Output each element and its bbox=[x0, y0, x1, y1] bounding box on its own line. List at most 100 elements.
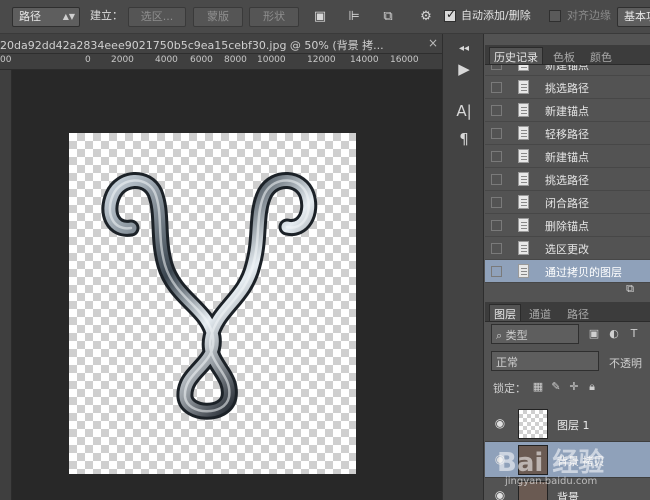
make-label: 建立： bbox=[90, 9, 123, 22]
document-icon bbox=[518, 241, 529, 255]
path-alignment-icon[interactable]: ⊫ bbox=[346, 9, 362, 25]
make-mask-button[interactable]: 蒙版 bbox=[193, 7, 243, 27]
path-operations-icon[interactable]: ▣ bbox=[312, 9, 328, 25]
checkmark-icon: ✓ bbox=[446, 7, 457, 21]
lock-transparent-icon[interactable]: ▦ bbox=[531, 380, 545, 394]
layers-panel-tabs: 图层 通道 路径 bbox=[485, 302, 650, 322]
ruler-tick-label: 16000 bbox=[390, 55, 419, 65]
history-snapshot-checkbox[interactable] bbox=[491, 220, 502, 231]
layer-row[interactable]: ◉ 背景 bbox=[485, 478, 650, 500]
ruler-tick-label: 12000 bbox=[307, 55, 336, 65]
document-tab[interactable]: 20da92dd42a2834eee9021750b5c9ea15cebf30.… bbox=[0, 34, 442, 54]
gear-icon[interactable]: ⚙ bbox=[418, 9, 434, 25]
options-bar: 路径 ▲▼ 建立： 选区... 蒙版 形状 ▣ ⊫ ⧉ ⚙ ✓ 自动添加/删除 … bbox=[0, 0, 650, 34]
history-item[interactable]: 轻移路径 bbox=[485, 122, 650, 145]
history-item[interactable]: 删除锚点 bbox=[485, 214, 650, 237]
history-item-label: 选区更改 bbox=[545, 243, 589, 256]
history-snapshot-checkbox[interactable] bbox=[491, 151, 502, 162]
layer-thumbnail bbox=[518, 409, 548, 439]
history-item[interactable]: 新建锚点 bbox=[485, 65, 650, 76]
document-icon bbox=[518, 218, 529, 232]
tab-paths[interactable]: 路径 bbox=[563, 305, 593, 322]
document-icon bbox=[518, 65, 529, 71]
eye-icon[interactable]: ◉ bbox=[493, 452, 507, 466]
document-icon bbox=[518, 80, 529, 94]
make-shape-button[interactable]: 形状 bbox=[249, 7, 299, 27]
history-item[interactable]: 闭合路径 bbox=[485, 191, 650, 214]
layer-row-selected[interactable]: ◉ 背景 拷贝 bbox=[485, 442, 650, 478]
blend-mode-value: 正常 bbox=[496, 356, 518, 369]
history-item-label: 轻移路径 bbox=[545, 128, 589, 141]
lock-all-icon[interactable]: 🔒︎ bbox=[585, 380, 599, 394]
history-item[interactable]: 新建锚点 bbox=[485, 99, 650, 122]
close-icon[interactable]: × bbox=[428, 36, 438, 50]
history-snapshot-checkbox[interactable] bbox=[491, 82, 502, 93]
right-panels: 历史记录 色板 颜色 新建锚点 挑选路径 新建锚点 轻移路径 新建锚点 挑选路径… bbox=[485, 34, 650, 500]
history-item[interactable]: 新建锚点 bbox=[485, 145, 650, 168]
layer-filter-row: ⌕ 类型 ▣ ◐ T bbox=[485, 322, 650, 346]
lock-row: 锁定： ▦ ✎ ✛ 🔒︎ bbox=[485, 376, 650, 398]
document-icon bbox=[518, 264, 529, 278]
ruler-tick-label: 0 bbox=[85, 55, 91, 65]
layer-row[interactable]: ◉ 图层 1 bbox=[485, 406, 650, 442]
paragraph-panel-icon[interactable]: ¶ bbox=[453, 128, 475, 150]
align-edges-label: 对齐边缘 bbox=[567, 9, 611, 22]
blend-mode-row: 正常 不透明 bbox=[485, 349, 650, 373]
lock-position-icon[interactable]: ✛ bbox=[567, 380, 581, 394]
document-icon bbox=[518, 195, 529, 209]
character-panel-icon[interactable]: A| bbox=[453, 100, 475, 122]
history-snapshot-checkbox[interactable] bbox=[491, 243, 502, 254]
layer-thumbnail bbox=[518, 445, 548, 475]
tab-channels[interactable]: 通道 bbox=[525, 305, 555, 322]
history-snapshot-checkbox[interactable] bbox=[491, 174, 502, 185]
ruler-tick-label: 6000 bbox=[190, 55, 213, 65]
ruler-tick-label: 10000 bbox=[257, 55, 286, 65]
history-snapshot-checkbox[interactable] bbox=[491, 128, 502, 139]
layer-name: 背景 bbox=[557, 491, 579, 500]
history-snapshot-checkbox[interactable] bbox=[491, 197, 502, 208]
history-item-label: 挑选路径 bbox=[545, 174, 589, 187]
history-item-label: 挑选路径 bbox=[545, 82, 589, 95]
new-document-from-state-icon[interactable]: ⧉ bbox=[623, 282, 637, 296]
path-arrangement-icon[interactable]: ⧉ bbox=[380, 9, 396, 25]
tab-layers[interactable]: 图层 bbox=[489, 304, 521, 321]
tab-history[interactable]: 历史记录 bbox=[489, 47, 543, 64]
history-item-label: 新建锚点 bbox=[545, 105, 589, 118]
auto-add-delete-checkbox[interactable]: ✓ bbox=[444, 7, 457, 22]
tab-color[interactable]: 颜色 bbox=[586, 48, 616, 65]
ruler-tick-label: 8000 bbox=[224, 55, 247, 65]
history-item-selected[interactable]: 通过拷贝的图层 bbox=[485, 260, 650, 283]
history-snapshot-checkbox[interactable] bbox=[491, 266, 502, 277]
history-item[interactable]: 挑选路径 bbox=[485, 168, 650, 191]
document-icon bbox=[518, 103, 529, 117]
workspace-select-value: 基本功 bbox=[624, 10, 650, 23]
play-icon[interactable]: ▶ bbox=[453, 58, 475, 80]
collapse-panels-icon[interactable]: ◂◂ bbox=[453, 38, 475, 60]
history-snapshot-checkbox[interactable] bbox=[491, 105, 502, 116]
history-item[interactable]: 选区更改 bbox=[485, 237, 650, 260]
mode-select-value: 路径 bbox=[19, 10, 41, 23]
history-snapshot-checkbox[interactable] bbox=[491, 65, 502, 70]
workspace-select[interactable]: 基本功 bbox=[617, 7, 650, 27]
type-filter-icon[interactable]: T bbox=[627, 327, 641, 341]
align-edges-checkbox[interactable] bbox=[549, 10, 561, 22]
adjustment-filter-icon[interactable]: ◐ bbox=[607, 327, 621, 341]
tab-swatches[interactable]: 色板 bbox=[549, 48, 579, 65]
mode-select[interactable]: 路径 ▲▼ bbox=[12, 7, 80, 27]
lock-image-icon[interactable]: ✎ bbox=[549, 380, 563, 394]
history-item-label: 新建锚点 bbox=[545, 151, 589, 164]
eye-icon[interactable]: ◉ bbox=[493, 416, 507, 430]
document-icon bbox=[518, 126, 529, 140]
blend-mode-select[interactable]: 正常 bbox=[491, 351, 599, 371]
layer-filter-select[interactable]: ⌕ 类型 bbox=[491, 324, 579, 344]
ruler-tick-label: 2000 bbox=[111, 55, 134, 65]
layer-name: 图层 1 bbox=[557, 419, 590, 432]
eye-icon[interactable]: ◉ bbox=[493, 488, 507, 500]
canvas-workspace[interactable] bbox=[12, 70, 442, 500]
document-canvas[interactable] bbox=[69, 133, 356, 474]
history-list: 新建锚点 挑选路径 新建锚点 轻移路径 新建锚点 挑选路径 闭合路径 删除锚点 … bbox=[485, 65, 650, 299]
history-item[interactable]: 挑选路径 bbox=[485, 76, 650, 99]
history-panel-tabs: 历史记录 色板 颜色 bbox=[485, 45, 650, 65]
image-filter-icon[interactable]: ▣ bbox=[587, 327, 601, 341]
make-selection-button[interactable]: 选区... bbox=[128, 7, 186, 27]
